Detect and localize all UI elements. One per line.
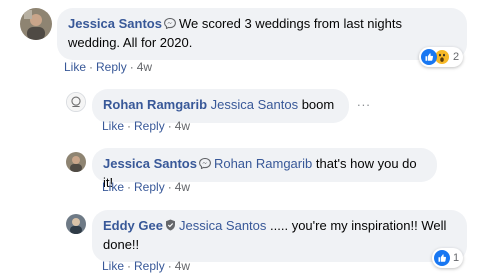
messenger-icon [164,16,176,34]
reply-link[interactable]: Reply [134,119,165,133]
comment-actions: Like · Reply · 4w [102,119,190,133]
messenger-icon [199,156,211,174]
avatar-jessica-santos[interactable] [20,8,52,40]
mention-link[interactable]: Jessica Santos [179,218,266,233]
comment-author[interactable]: Jessica Santos [103,156,197,171]
comment-timestamp[interactable]: 4w [137,60,152,74]
like-icon [434,250,450,266]
comment-bubble: Jessica Santos Rohan Ramgarib that's how … [92,148,437,190]
like-icon [421,49,437,65]
comment-timestamp[interactable]: 4w [175,259,190,273]
separator-dot: · [127,119,132,133]
reactions-summary[interactable]: 2 [419,47,464,67]
comment-author[interactable]: Eddy Gee [103,218,163,233]
mention-link[interactable]: Jessica Santos [211,97,298,112]
mention-link[interactable]: Rohan Ramgarib [214,156,312,171]
avatar-photo [66,152,86,172]
separator-dot: · [129,60,134,74]
reaction-count: 2 [453,51,460,63]
comment-actions: Like · Reply · 4w [64,60,152,74]
reactions-summary[interactable]: 1 [432,248,464,268]
reply-link[interactable]: Reply [96,60,127,74]
more-options-icon[interactable]: ... [357,94,371,109]
reply-link[interactable]: Reply [134,180,165,194]
comment-timestamp[interactable]: 4w [175,180,190,194]
like-link[interactable]: Like [102,259,124,273]
like-link[interactable]: Like [102,119,124,133]
avatar-photo [66,214,86,234]
comment-actions: Like · Reply · 4w [102,259,190,273]
comment-bubble: Eddy Gee Jessica Santos ..... you're my i… [92,210,467,262]
avatar-rohan-ramgarib[interactable] [66,92,86,112]
reaction-count: 1 [453,252,460,264]
separator-dot: · [89,60,94,74]
avatar-jessica-santos[interactable] [66,152,86,172]
avatar-photo [67,93,85,111]
comment-text: boom [301,97,335,112]
reply-link[interactable]: Reply [134,259,165,273]
avatar-photo [20,8,52,40]
verified-shield-icon [165,218,176,236]
comment-text: ..... you're my inspiration!! Well [270,218,447,233]
comment-bubble: Rohan Ramgarib Jessica Santos boom [92,89,349,123]
separator-dot: · [167,180,172,194]
separator-dot: · [127,180,132,194]
separator-dot: · [167,119,172,133]
comment-bubble: Jessica Santos We scored 3 weddings from … [57,8,467,60]
comment-timestamp[interactable]: 4w [175,119,190,133]
separator-dot: · [127,259,132,273]
comment-author[interactable]: Rohan Ramgarib [103,97,207,112]
separator-dot: · [167,259,172,273]
avatar-eddy-gee[interactable] [66,214,86,234]
comment-actions: Like · Reply · 4w [102,180,190,194]
comment-text: done!! [103,237,140,252]
like-link[interactable]: Like [102,180,124,194]
comment-author[interactable]: Jessica Santos [68,16,162,31]
like-link[interactable]: Like [64,60,86,74]
